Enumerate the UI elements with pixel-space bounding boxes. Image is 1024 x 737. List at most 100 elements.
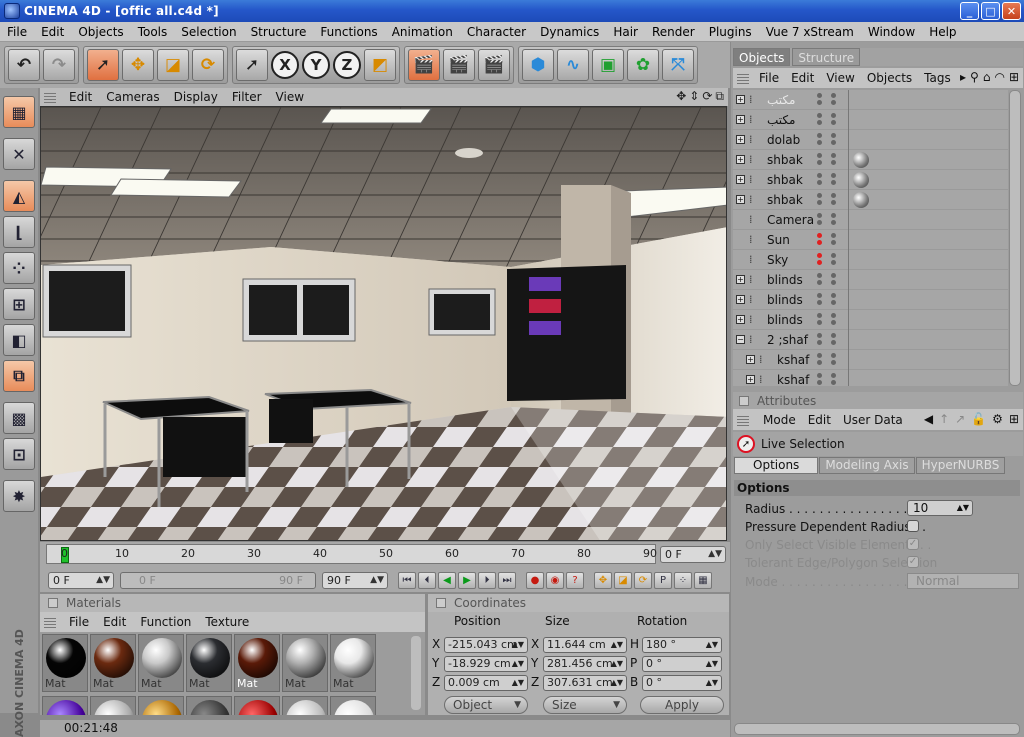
position-y-field[interactable]: -18.929 cm ▲▼ <box>444 656 528 672</box>
scale-icon[interactable]: ◪ <box>157 49 189 81</box>
material-swatch-row2[interactable] <box>234 696 280 715</box>
new-window-icon[interactable]: ⊞ <box>1009 70 1019 84</box>
snap-icon[interactable]: ⊡ <box>3 438 35 470</box>
object-list-item[interactable]: + ⁞ shbak <box>733 170 1008 190</box>
objects-menu-objects[interactable]: Objects <box>861 71 918 85</box>
object-list-item[interactable]: + ⁞ مكتب <box>733 110 1008 130</box>
next-key-icon[interactable]: ⏵ <box>478 572 496 589</box>
visible-elements-checkbox[interactable]: ✓ <box>907 538 919 550</box>
object-name[interactable]: Sun <box>767 233 790 247</box>
use-model-tool-icon[interactable]: ▦ <box>3 96 35 128</box>
search-icon[interactable]: ⚲ <box>970 70 979 84</box>
render-picture-viewer-icon[interactable]: 🎬 <box>478 49 510 81</box>
object-list-item[interactable]: ⁞ Camera <box>733 210 1008 230</box>
object-list-item[interactable]: + ⁞ blinds <box>733 270 1008 290</box>
render-dots[interactable] <box>831 133 837 147</box>
render-dots[interactable] <box>831 213 837 227</box>
object-name[interactable]: kshaf <box>777 373 809 386</box>
viewport-menu-cameras[interactable]: Cameras <box>99 90 166 104</box>
current-frame-field[interactable]: 0 F ▲▼ <box>660 546 726 563</box>
size-z-field[interactable]: 307.631 cm ▲▼ <box>543 675 627 691</box>
objects-scrollbar[interactable] <box>1009 90 1021 386</box>
material-swatch[interactable]: Mat <box>330 634 376 692</box>
visibility-dots[interactable] <box>817 93 823 107</box>
visibility-dots[interactable] <box>817 173 823 187</box>
attributes-grip[interactable] <box>737 413 749 426</box>
render-dots[interactable] <box>831 193 837 207</box>
tab-structure[interactable]: Structure <box>792 48 861 66</box>
visibility-dots[interactable] <box>817 213 823 227</box>
render-dots[interactable] <box>831 113 837 127</box>
visibility-dots[interactable] <box>817 193 823 207</box>
render-dots[interactable] <box>831 293 837 307</box>
object-name[interactable]: kshaf <box>777 353 809 367</box>
orbit-icon[interactable]: ⟳ <box>702 89 712 104</box>
object-list-item[interactable]: − ⁞ 2 ;shaf <box>733 330 1008 350</box>
menu-help[interactable]: Help <box>922 25 963 39</box>
render-dots[interactable] <box>831 373 837 386</box>
redo-icon[interactable]: ↷ <box>43 49 75 81</box>
object-list-item[interactable]: + ⁞ مكتب <box>733 90 1008 110</box>
frame-range-slider[interactable]: 0 F 90 F <box>120 572 316 589</box>
menu-selection[interactable]: Selection <box>174 25 243 39</box>
key-pla-icon[interactable]: ⁘ <box>674 572 692 589</box>
attributes-horizontal-scrollbar[interactable] <box>734 723 1020 735</box>
pressure-radius-checkbox[interactable] <box>907 520 919 532</box>
material-swatch[interactable]: Mat <box>138 634 184 692</box>
forward-arrow-icon[interactable]: ↗ <box>955 412 965 426</box>
menu-functions[interactable]: Functions <box>313 25 384 39</box>
menu-window[interactable]: Window <box>861 25 922 39</box>
materials-close-checkbox[interactable] <box>48 598 58 608</box>
menu-structure[interactable]: Structure <box>244 25 314 39</box>
object-name[interactable]: مكتب <box>767 93 795 107</box>
new-window-icon[interactable]: ⊞ <box>1009 412 1019 426</box>
home-icon[interactable]: ⌂ <box>983 70 991 84</box>
visibility-dots[interactable] <box>817 133 823 147</box>
visibility-dots[interactable] <box>817 253 823 267</box>
viewport-menu-edit[interactable]: Edit <box>62 90 99 104</box>
materials-menu-texture[interactable]: Texture <box>198 615 256 629</box>
menu-dynamics[interactable]: Dynamics <box>533 25 606 39</box>
polygons-tool-icon[interactable]: ◧ <box>3 324 35 356</box>
object-list-item[interactable]: + ⁞ shbak <box>733 190 1008 210</box>
object-tool-icon[interactable]: ◭ <box>3 180 35 212</box>
objects-grip[interactable] <box>737 72 749 84</box>
menu-tools[interactable]: Tools <box>131 25 175 39</box>
zoom-icon[interactable]: ⇕ <box>689 89 699 104</box>
animation-mode-icon[interactable]: ⧉ <box>3 360 35 392</box>
settings-icon[interactable]: ⚙ <box>992 412 1003 426</box>
autokey-icon[interactable]: ◉ <box>546 572 564 589</box>
spline-pen-icon[interactable]: ∿ <box>557 49 589 81</box>
up-arrow-icon[interactable]: ↑ <box>939 412 949 426</box>
nurbs-icon[interactable]: ▣ <box>592 49 624 81</box>
object-name[interactable]: shbak <box>767 153 803 167</box>
coordinates-close-checkbox[interactable] <box>436 598 446 608</box>
keyframe-selection-icon[interactable]: ? <box>566 572 584 589</box>
visibility-dots[interactable] <box>817 233 823 247</box>
render-dots[interactable] <box>831 233 837 247</box>
object-list-item[interactable]: ⁞ Sky <box>733 250 1008 270</box>
menu-file[interactable]: File <box>0 25 34 39</box>
object-name[interactable]: blinds <box>767 293 803 307</box>
edges-tool-icon[interactable]: ⊞ <box>3 288 35 320</box>
timeline-ruler[interactable]: 0 10 20 30 40 50 60 70 80 90 <box>46 544 657 564</box>
prev-key-icon[interactable]: ⏴ <box>418 572 436 589</box>
size-mode-dropdown[interactable]: Size ▼ <box>543 696 627 714</box>
materials-grip[interactable] <box>44 616 56 628</box>
object-name[interactable]: blinds <box>767 273 803 287</box>
viewport-menu-display[interactable]: Display <box>167 90 225 104</box>
object-list-item[interactable]: + ⁞ shbak <box>733 150 1008 170</box>
tab-objects[interactable]: Objects <box>733 48 791 66</box>
material-swatch-row2[interactable] <box>138 696 184 715</box>
objects-menu-file[interactable]: File <box>753 71 785 85</box>
object-list-item[interactable]: ⁞ Sun <box>733 230 1008 250</box>
material-swatch[interactable]: Mat <box>282 634 328 692</box>
object-name[interactable]: Sky <box>767 253 788 267</box>
attributes-close-checkbox[interactable] <box>739 395 749 406</box>
object-name[interactable]: dolab <box>767 133 800 147</box>
play-forward-icon[interactable]: ▶ <box>458 572 476 589</box>
material-swatch[interactable]: Mat <box>186 634 232 692</box>
expand-toggle-icon[interactable]: + <box>736 295 745 304</box>
tab-modeling-axis[interactable]: Modeling Axis <box>819 457 915 474</box>
close-button[interactable]: ✕ <box>1002 2 1021 20</box>
